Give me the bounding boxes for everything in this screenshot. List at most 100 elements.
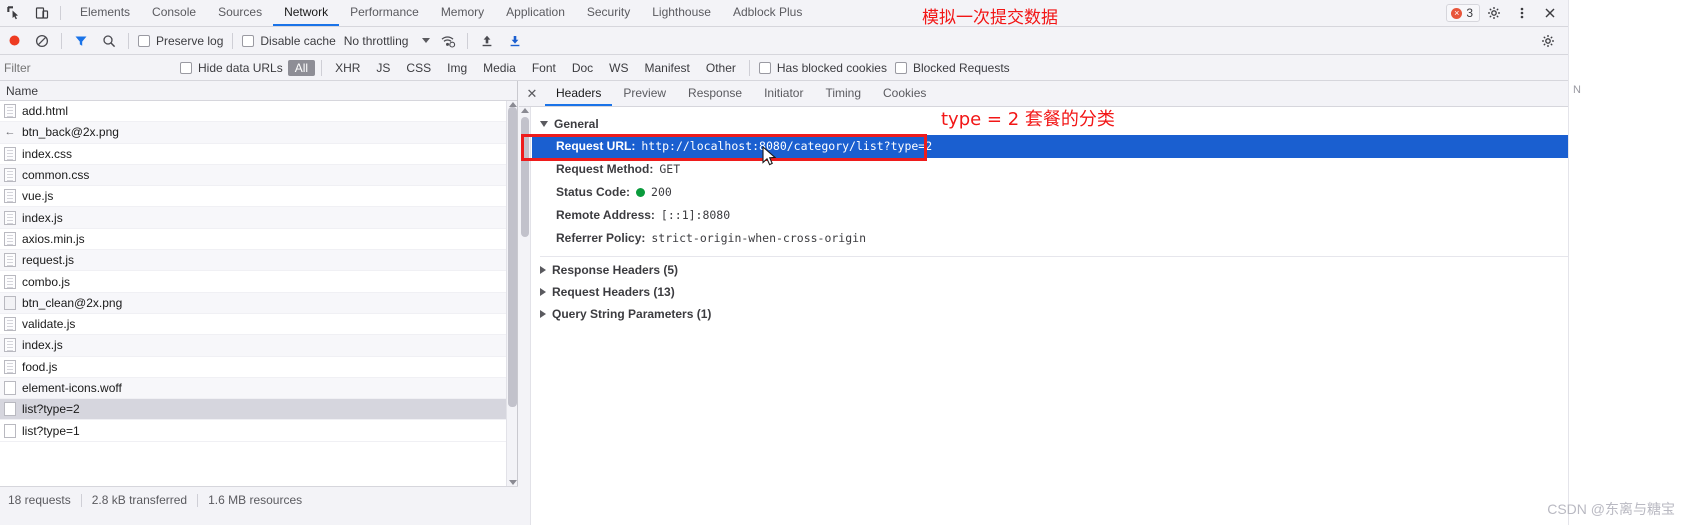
request-name: list?type=2 <box>22 402 80 417</box>
record-button[interactable] <box>0 27 28 55</box>
table-row[interactable]: element-icons.woff <box>0 377 517 400</box>
table-row[interactable]: list?type=1 <box>0 420 517 442</box>
tab-response[interactable]: Response <box>677 81 753 106</box>
export-har-icon[interactable] <box>501 27 529 55</box>
preserve-log-checkbox[interactable]: Preserve log <box>134 34 227 48</box>
section-request-headers[interactable]: Request Headers (13) <box>532 281 1568 303</box>
request-name: add.html <box>22 104 69 119</box>
scrollbar-thumb[interactable] <box>521 117 529 237</box>
network-toolbar: Preserve log Disable cache No throttling <box>0 27 1568 55</box>
tab-performance[interactable]: Performance <box>339 0 430 26</box>
document-icon <box>4 253 16 268</box>
xhr-icon <box>4 423 16 438</box>
checkbox-box <box>894 61 907 74</box>
table-row[interactable]: index.css <box>0 144 517 165</box>
inspect-element-icon[interactable] <box>0 0 28 26</box>
filter-chip-media[interactable]: Media <box>476 60 523 76</box>
request-list-scrollbar[interactable] <box>506 101 517 486</box>
filter-chip-css[interactable]: CSS <box>399 60 438 76</box>
tab-initiator[interactable]: Initiator <box>753 81 814 106</box>
request-name: request.js <box>22 253 75 268</box>
scroll-up-icon[interactable] <box>521 108 529 113</box>
tab-timing[interactable]: Timing <box>814 81 872 106</box>
referrer-policy-row: Referrer Policy: strict-origin-when-cros… <box>532 227 1568 250</box>
detail-scrollbar[interactable] <box>519 107 531 525</box>
transferred-size: 2.8 kB transferred <box>91 493 188 507</box>
throttling-select[interactable]: No throttling <box>340 34 435 48</box>
tab-preview[interactable]: Preview <box>612 81 677 106</box>
tab-memory[interactable]: Memory <box>430 0 495 26</box>
tab-cookies[interactable]: Cookies <box>872 81 937 106</box>
devtools-tab-group: Elements Console Sources Network Perform… <box>69 0 813 26</box>
request-name: list?type=1 <box>22 423 80 438</box>
close-icon[interactable] <box>1536 6 1564 20</box>
scroll-down-icon[interactable] <box>509 480 517 485</box>
filter-chip-doc[interactable]: Doc <box>565 60 600 76</box>
hide-data-urls-checkbox[interactable]: Hide data URLs <box>176 61 287 75</box>
document-icon <box>4 189 16 204</box>
filter-button[interactable] <box>67 27 95 55</box>
redirect-icon: ← <box>4 126 16 139</box>
filter-chip-manifest[interactable]: Manifest <box>638 60 697 76</box>
close-icon[interactable]: ✕ <box>519 81 545 106</box>
filter-chip-other[interactable]: Other <box>699 60 743 76</box>
table-row[interactable]: btn_clean@2x.png <box>0 292 517 314</box>
table-row[interactable]: validate.js <box>0 314 517 336</box>
checkbox-box <box>758 61 771 74</box>
table-row[interactable]: common.css <box>0 164 517 187</box>
table-row-selected[interactable]: list?type=2 <box>0 399 517 421</box>
section-query-string-parameters[interactable]: Query String Parameters (1) <box>532 303 1568 325</box>
column-header-name[interactable]: Name <box>0 81 517 101</box>
error-icon: × <box>1451 7 1463 19</box>
tab-elements[interactable]: Elements <box>69 0 141 26</box>
table-row[interactable]: food.js <box>0 357 517 378</box>
table-row[interactable]: ← btn_back@2x.png <box>0 122 517 144</box>
filter-chip-ws[interactable]: WS <box>602 60 635 76</box>
blocked-requests-checkbox[interactable]: Blocked Requests <box>891 61 1014 75</box>
tab-network[interactable]: Network <box>273 0 340 26</box>
filter-chip-font[interactable]: Font <box>525 60 563 76</box>
disable-cache-checkbox[interactable]: Disable cache <box>238 34 339 48</box>
table-row[interactable]: combo.js <box>0 271 517 293</box>
gutter-label: N <box>1573 84 1581 96</box>
table-row[interactable]: index.js <box>0 335 517 357</box>
filter-chip-js[interactable]: JS <box>369 60 397 76</box>
table-row[interactable]: index.js <box>0 207 517 229</box>
tab-security[interactable]: Security <box>576 0 641 26</box>
more-vertical-icon[interactable] <box>1508 6 1536 20</box>
section-response-headers[interactable]: Response Headers (5) <box>532 259 1568 281</box>
request-url-row[interactable]: Request URL: http://localhost:8080/categ… <box>532 135 1568 158</box>
error-count-badge[interactable]: × 3 <box>1446 4 1480 22</box>
network-filter-bar: Hide data URLs All XHR JS CSS Img Media … <box>0 55 1568 81</box>
gear-icon[interactable] <box>1480 6 1508 20</box>
table-row[interactable]: vue.js <box>0 186 517 208</box>
filter-chip-img[interactable]: Img <box>440 60 474 76</box>
tab-application[interactable]: Application <box>495 0 576 26</box>
document-icon <box>4 168 16 183</box>
filter-chip-xhr[interactable]: XHR <box>328 60 367 76</box>
tab-adblock-plus[interactable]: Adblock Plus <box>722 0 813 26</box>
table-row[interactable]: add.html <box>0 101 517 123</box>
tab-lighthouse[interactable]: Lighthouse <box>641 0 722 26</box>
table-row[interactable]: axios.min.js <box>0 229 517 251</box>
filter-chip-all[interactable]: All <box>287 59 316 76</box>
request-name: axios.min.js <box>22 231 85 246</box>
status-divider <box>80 493 82 507</box>
clear-button[interactable] <box>28 27 56 55</box>
network-settings-icon[interactable] <box>1534 27 1562 55</box>
has-blocked-cookies-checkbox[interactable]: Has blocked cookies <box>755 61 891 75</box>
image-icon <box>4 295 16 310</box>
device-toolbar-icon[interactable] <box>28 0 56 26</box>
tab-console[interactable]: Console <box>141 0 207 26</box>
tab-sources[interactable]: Sources <box>207 0 273 26</box>
request-name: food.js <box>22 359 58 374</box>
filter-input[interactable] <box>4 58 172 77</box>
network-conditions-icon[interactable] <box>434 27 462 55</box>
request-name: btn_back@2x.png <box>22 125 119 140</box>
import-har-icon[interactable] <box>473 27 501 55</box>
search-icon[interactable] <box>95 27 123 55</box>
scrollbar-thumb[interactable] <box>508 107 517 407</box>
table-row[interactable]: request.js <box>0 250 517 272</box>
chevron-down-icon <box>422 38 431 43</box>
tab-headers[interactable]: Headers <box>545 81 613 106</box>
